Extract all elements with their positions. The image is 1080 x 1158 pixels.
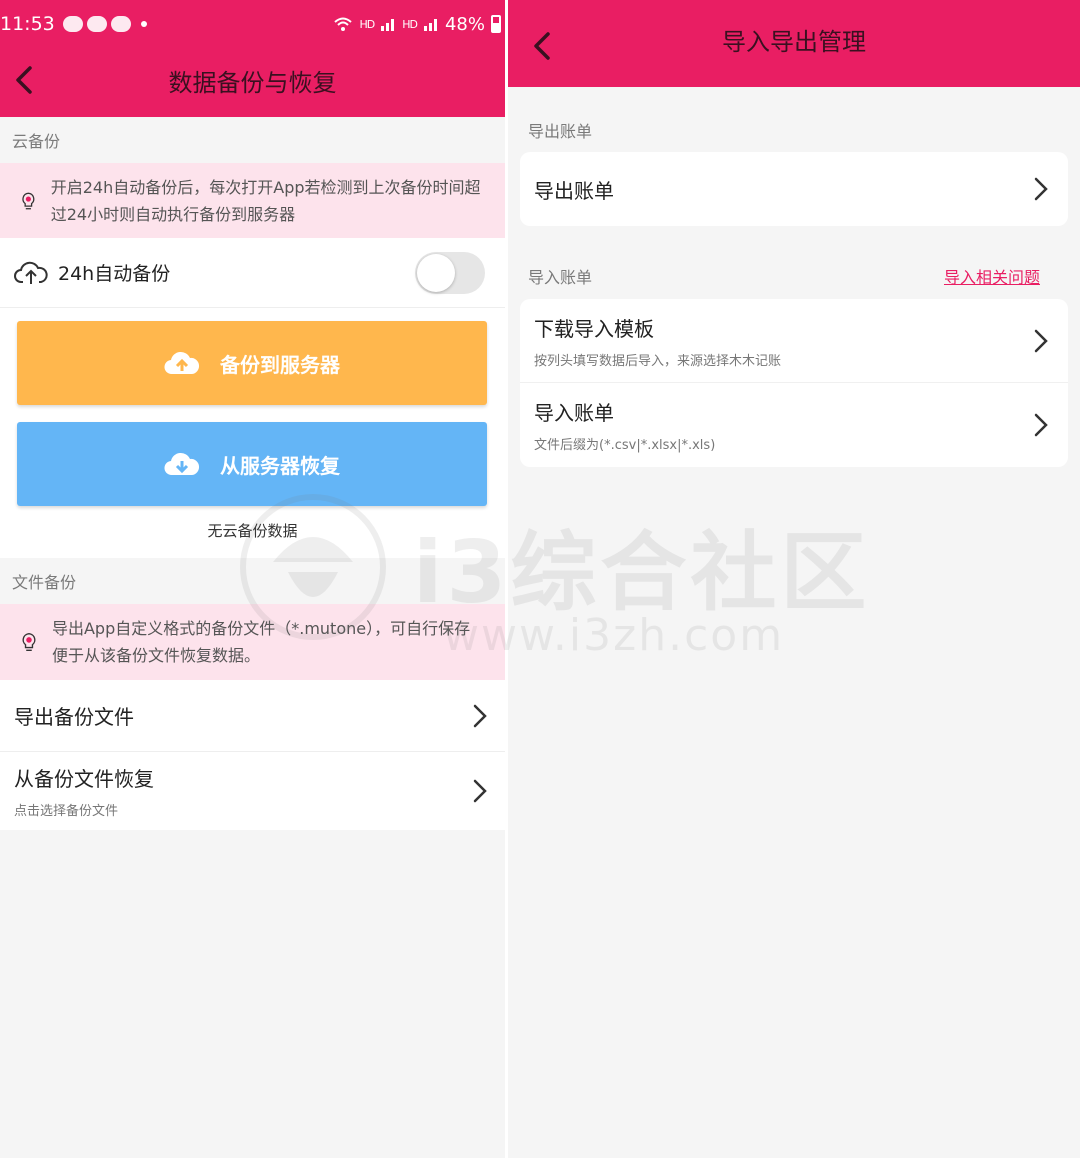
chevron-right-icon — [1034, 177, 1048, 201]
cloud-upload-filled-icon — [164, 351, 200, 375]
cloud-tip-text: 开启24h自动备份后，每次打开App若检测到上次备份时间超过24小时则自动执行备… — [50, 177, 481, 224]
export-bill-card[interactable]: 导出账单 — [520, 152, 1068, 226]
status-bar: 11:53 HD HD 48% — [0, 0, 505, 48]
back-arrow-icon — [534, 32, 550, 60]
download-template-row[interactable]: 下载导入模板 按列头填写数据后导入，来源选择木木记账 — [520, 299, 1068, 383]
more-notifications-dot — [140, 21, 147, 27]
back-arrow-icon — [16, 66, 32, 94]
export-bill-row[interactable]: 导出账单 — [520, 152, 1068, 226]
back-button-right[interactable] — [522, 26, 562, 66]
chevron-right-icon — [473, 779, 487, 803]
battery-icon — [491, 15, 501, 33]
auto-backup-row: 24h自动备份 — [0, 238, 505, 308]
backup-to-server-button[interactable]: 备份到服务器 — [17, 321, 487, 405]
auto-backup-label: 24h自动备份 — [58, 263, 171, 285]
restore-from-file-row[interactable]: 从备份文件恢复 点击选择备份文件 — [0, 752, 505, 830]
import-help-link[interactable]: 导入相关问题 — [944, 264, 1040, 288]
backup-restore-screen: 11:53 HD HD 48% 数据备份与恢复 云备份 开启24h自动备份后，每… — [0, 0, 505, 1158]
notification-icons — [62, 16, 147, 32]
import-bill-row[interactable]: 导入账单 文件后缀为(*.csv|*.xlsx|*.xls) — [520, 383, 1068, 467]
backup-to-server-label: 备份到服务器 — [220, 352, 340, 377]
cloud-upload-icon — [14, 261, 48, 284]
restore-from-file-text: 从备份文件恢复 点击选择备份文件 — [14, 763, 154, 819]
chevron-right-icon — [1034, 329, 1048, 352]
section-label-file: 文件备份 — [0, 558, 505, 604]
cloud-status-text: 无云备份数据 — [207, 522, 298, 540]
restore-from-server-label: 从服务器恢复 — [220, 453, 340, 478]
toggle-knob — [417, 253, 455, 292]
status-time: 11:53 — [0, 13, 55, 35]
download-template-text: 下载导入模板 按列头填写数据后导入，来源选择木木记账 — [534, 313, 781, 369]
section-label-import-text: 导入账单 — [528, 268, 593, 287]
import-card: 下载导入模板 按列头填写数据后导入，来源选择木木记账 导入账单 文件后缀为(*.… — [520, 299, 1068, 467]
signal-icon — [381, 19, 395, 31]
cloud-download-filled-icon — [164, 452, 200, 476]
signal-hd-icon: HD — [359, 17, 375, 31]
section-label-cloud: 云备份 — [0, 117, 505, 163]
section-label-file-text: 文件备份 — [12, 573, 77, 592]
import-bill-text: 导入账单 文件后缀为(*.csv|*.xlsx|*.xls) — [534, 397, 715, 453]
file-backup-block: 导出备份文件 从备份文件恢复 点击选择备份文件 — [0, 680, 505, 830]
title-bar: 数据备份与恢复 — [0, 48, 505, 112]
export-backup-file-label: 导出备份文件 — [14, 705, 134, 729]
battery-percent: 48% — [444, 13, 485, 35]
chevron-right-icon — [1034, 413, 1048, 437]
wechat-icon — [110, 16, 131, 32]
section-label-import: 导入账单 导入相关问题 — [516, 264, 1052, 288]
restore-from-file-sub: 点击选择备份文件 — [14, 804, 119, 819]
lightbulb-icon — [22, 192, 35, 209]
signal-hd-icon-2: HD — [402, 17, 418, 31]
section-label-cloud-text: 云备份 — [12, 132, 61, 151]
section-label-export: 导出账单 — [516, 118, 1060, 142]
cloud-tip: 开启24h自动备份后，每次打开App若检测到上次备份时间超过24小时则自动执行备… — [0, 163, 505, 238]
page-title: 数据备份与恢复 — [168, 68, 337, 97]
wifi-icon — [334, 17, 353, 31]
app-header-right: 导入导出管理 — [508, 0, 1080, 87]
title-bar-right: 导入导出管理 — [508, 0, 1080, 87]
cloud-backup-block: 24h自动备份 备份到服务器 从服务器恢复 无云备份数据 — [0, 238, 505, 558]
export-backup-file-row[interactable]: 导出备份文件 — [0, 680, 505, 752]
app-header: 11:53 HD HD 48% 数据备份与恢复 — [0, 0, 505, 117]
restore-from-server-button[interactable]: 从服务器恢复 — [17, 422, 487, 506]
import-bill-label: 导入账单 — [534, 401, 614, 425]
status-right: HD HD 48% — [333, 14, 501, 35]
file-tip-text: 导出App自定义格式的备份文件（*.mutone），可自行保存便于从该备份文件恢… — [51, 619, 471, 665]
back-button[interactable] — [4, 60, 44, 100]
section-label-export-text: 导出账单 — [528, 122, 593, 141]
chevron-right-icon — [473, 704, 487, 727]
export-bill-label: 导出账单 — [534, 178, 614, 203]
auto-backup-toggle[interactable] — [415, 251, 485, 294]
import-bill-sub: 文件后缀为(*.csv|*.xlsx|*.xls) — [534, 438, 716, 453]
download-template-sub: 按列头填写数据后导入，来源选择木木记账 — [534, 353, 782, 369]
signal-icon-2 — [423, 19, 437, 31]
lightbulb-icon — [22, 633, 36, 651]
file-tip: 导出App自定义格式的备份文件（*.mutone），可自行保存便于从该备份文件恢… — [0, 604, 505, 680]
download-template-label: 下载导入模板 — [534, 316, 654, 341]
wechat-icon — [62, 16, 83, 32]
page-title-right: 导入导出管理 — [722, 28, 866, 56]
import-export-screen: 导入导出管理 导出账单 导出账单 导入账单 导入相关问题 下载导入模板 按列头填… — [508, 0, 1080, 1158]
restore-from-file-label: 从备份文件恢复 — [14, 767, 154, 791]
message-icon — [86, 16, 107, 32]
